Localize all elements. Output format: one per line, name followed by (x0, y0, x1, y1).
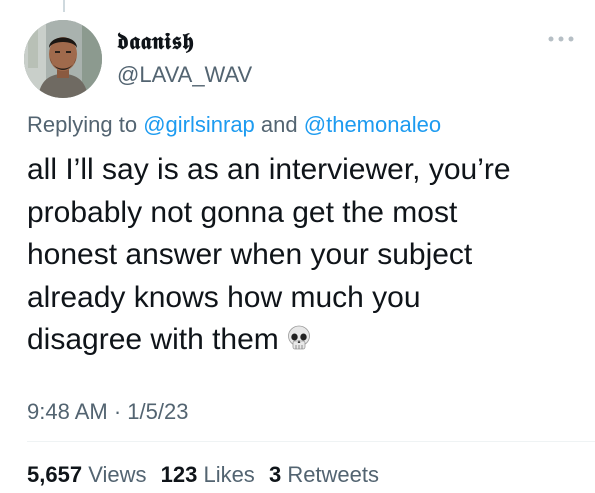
more-horizontal-icon (548, 36, 574, 42)
timestamp-separator: · (113, 399, 122, 424)
retweets-label: Retweets (287, 462, 380, 487)
views-stat[interactable]: 5,657 Views (27, 462, 146, 487)
divider (27, 441, 595, 442)
reply-mention-link[interactable]: @themonaleo (304, 112, 441, 137)
views-count: 5,657 (27, 462, 83, 487)
tweet-body: all I’ll say is as an interviewer, you’r… (27, 149, 572, 362)
likes-label: Likes (203, 462, 255, 487)
replying-to-label: Replying to (27, 112, 138, 137)
likes-stat[interactable]: 123 Likes (161, 462, 255, 487)
tweet-date: 1/5/23 (127, 399, 189, 424)
engagement-stats: 5,657 Views 123 Likes 3 Retweets (27, 462, 387, 488)
likes-count: 123 (160, 462, 198, 487)
reply-connector: and (260, 112, 298, 137)
retweets-stat[interactable]: 3 Retweets (269, 462, 379, 487)
retweets-count: 3 (268, 462, 282, 487)
tweet-timestamp[interactable]: 9:48 AM · 1/5/23 (27, 399, 188, 425)
tweet-text: all I’ll say is as an interviewer, you’r… (27, 153, 511, 356)
reply-mention-link[interactable]: @girlsinrap (143, 112, 255, 137)
views-label: Views (88, 462, 147, 487)
display-name[interactable]: 𝖉𝖆𝖆𝖓𝖎𝖘𝖍 (117, 28, 194, 55)
tweet-time: 9:48 AM (27, 399, 108, 424)
more-options-button[interactable] (547, 30, 575, 44)
thread-connector-line (63, 0, 65, 12)
user-handle[interactable]: @LAVA_WAV (117, 62, 252, 88)
replying-to-line: Replying to @girlsinrap and @themonaleo (27, 112, 441, 138)
avatar-photo (24, 20, 102, 98)
avatar[interactable] (24, 20, 102, 98)
skull-emoji-icon (287, 325, 310, 350)
